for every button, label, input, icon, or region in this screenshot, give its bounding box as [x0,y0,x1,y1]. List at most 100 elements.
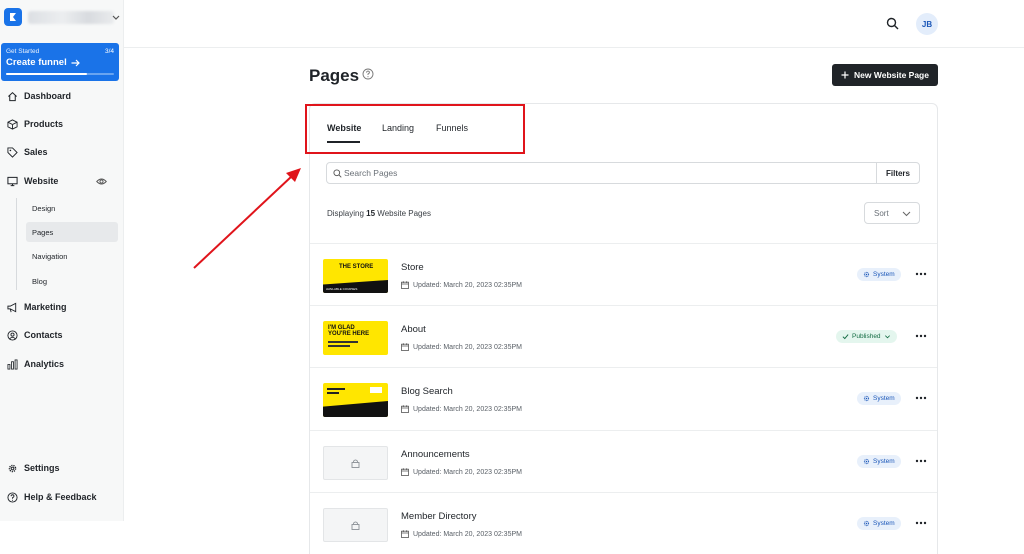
plus-icon [841,71,849,79]
contact-icon [7,329,18,341]
tabs-highlight-annotation [305,104,525,154]
sidebar-subitem-blog[interactable]: Blog [26,271,118,291]
page-updated: Updated: March 20, 2023 02:35PM [401,530,522,538]
sidebar-item-help-feedback[interactable]: Help & Feedback [0,487,124,507]
page-row-announcements[interactable]: Announcements Updated: March 20, 2023 02… [310,430,937,492]
page-updated: Updated: March 20, 2023 02:35PM [401,343,522,351]
status-text: System [873,395,895,402]
gear-icon [863,520,870,527]
page-title-link[interactable]: Store [401,262,424,273]
status-dropdown[interactable]: Published [836,330,897,343]
updated-text: Updated: March 20, 2023 02:35PM [413,343,522,351]
page-row-blog-search[interactable]: Blog Search Updated: March 20, 2023 02:3… [310,367,937,429]
sidebar-item-label: Dashboard [24,91,72,101]
workspace-name-redacted [28,11,114,24]
chevron-down-icon [884,335,890,339]
box-icon [7,118,18,130]
status-text: Published [852,333,881,340]
sidebar-item-analytics[interactable]: Analytics [0,354,124,374]
search-icon[interactable] [886,17,899,30]
filters-button[interactable]: Filters [876,163,919,183]
get-started-progress-bar [6,73,114,75]
page-title: Pages [309,66,360,85]
more-options-icon[interactable] [915,272,927,276]
thumbnail-subtext: AVAILABLE COURSES [326,287,358,291]
get-started-card[interactable]: Get Started 3/4 Create funnel [1,43,119,81]
thumbnail-line [328,345,350,347]
search-pages-input[interactable] [344,164,874,182]
sidebar: Get Started 3/4 Create funnel Dashboard … [0,0,124,521]
status-badge: System [857,517,901,530]
question-circle-icon[interactable] [362,68,374,80]
thumbnail-line [327,392,339,394]
sidebar-subitem-navigation[interactable]: Navigation [26,246,118,266]
workspace-switcher[interactable] [4,6,120,28]
results-count: 15 [366,209,376,218]
gear-icon [8,464,17,472]
search-icon [333,169,342,178]
brand-logo-icon [4,8,22,26]
sort-dropdown[interactable]: Sort [864,202,920,224]
page-thumbnail-placeholder [323,508,388,542]
sidebar-subitem-design[interactable]: Design [26,198,118,218]
status-text: System [873,458,895,465]
page-title-link[interactable]: Member Directory [401,511,477,522]
create-funnel-link[interactable]: Create funnel [6,57,80,68]
calendar-icon [401,343,409,351]
sidebar-item-contacts[interactable]: Contacts [0,325,124,345]
sidebar-item-dashboard[interactable]: Dashboard [0,86,124,106]
arrow-right-icon [71,59,80,66]
updated-text: Updated: March 20, 2023 02:35PM [413,281,522,289]
updated-text: Updated: March 20, 2023 02:35PM [413,405,522,413]
new-website-page-button[interactable]: New Website Page [832,64,938,86]
monitor-icon [7,176,18,186]
more-options-icon[interactable] [915,396,927,400]
sidebar-item-products[interactable]: Products [0,114,124,134]
sidebar-item-marketing[interactable]: Marketing [0,297,124,317]
more-options-icon[interactable] [915,521,927,525]
megaphone-icon [7,302,17,312]
results-summary: Displaying 15 Website Pages [327,209,431,218]
page-row-store[interactable]: THE STORE AVAILABLE COURSES Store Update… [310,243,937,305]
status-badge: System [857,392,901,405]
page-title-link[interactable]: Announcements [401,449,470,460]
eye-icon[interactable] [96,176,107,187]
page-thumbnail: THE STORE AVAILABLE COURSES [323,259,388,293]
calendar-icon [401,405,409,413]
sidebar-item-label: Products [24,119,64,129]
more-options-icon[interactable] [915,334,927,338]
chevron-down-icon [902,211,911,217]
page-updated: Updated: March 20, 2023 02:35PM [401,281,522,289]
sidebar-item-label: Help & Feedback [24,492,97,502]
calendar-icon [401,468,409,476]
page-title-link[interactable]: Blog Search [401,386,453,397]
page-updated: Updated: March 20, 2023 02:35PM [401,468,522,476]
page-row-member-directory[interactable]: Member Directory Updated: March 20, 2023… [310,492,937,554]
gear-icon [863,395,870,402]
check-icon [842,334,849,340]
sidebar-subitem-pages[interactable]: Pages [26,222,118,242]
sidebar-item-sales[interactable]: Sales [0,142,124,162]
sort-label: Sort [874,208,889,218]
tag-icon [7,146,18,158]
sidebar-item-website[interactable]: Website [0,171,124,191]
chevron-down-icon [112,15,120,20]
sidebar-item-settings[interactable]: Settings [0,458,124,478]
page-row-about[interactable]: I'M GLAD YOU'RE HERE About Updated: Marc… [310,305,937,367]
more-options-icon[interactable] [915,459,927,463]
page-title-link[interactable]: About [401,324,426,335]
thumbnail-band [323,401,388,417]
updated-text: Updated: March 20, 2023 02:35PM [413,468,522,476]
create-funnel-label: Create funnel [6,57,67,68]
page-thumbnail [323,383,388,417]
thumbnail-text: I'M GLAD YOU'RE HERE [328,325,370,338]
results-prefix: Displaying [327,209,364,218]
gear-icon [863,271,870,278]
status-badge: System [857,268,901,281]
sidebar-item-label: Analytics [24,359,65,369]
get-started-label: Get Started [6,48,40,55]
user-avatar[interactable]: JB [916,13,938,35]
sidebar-item-label: Marketing [24,302,67,312]
submenu-divider [16,198,17,290]
sidebar-item-label: Sales [24,147,48,157]
